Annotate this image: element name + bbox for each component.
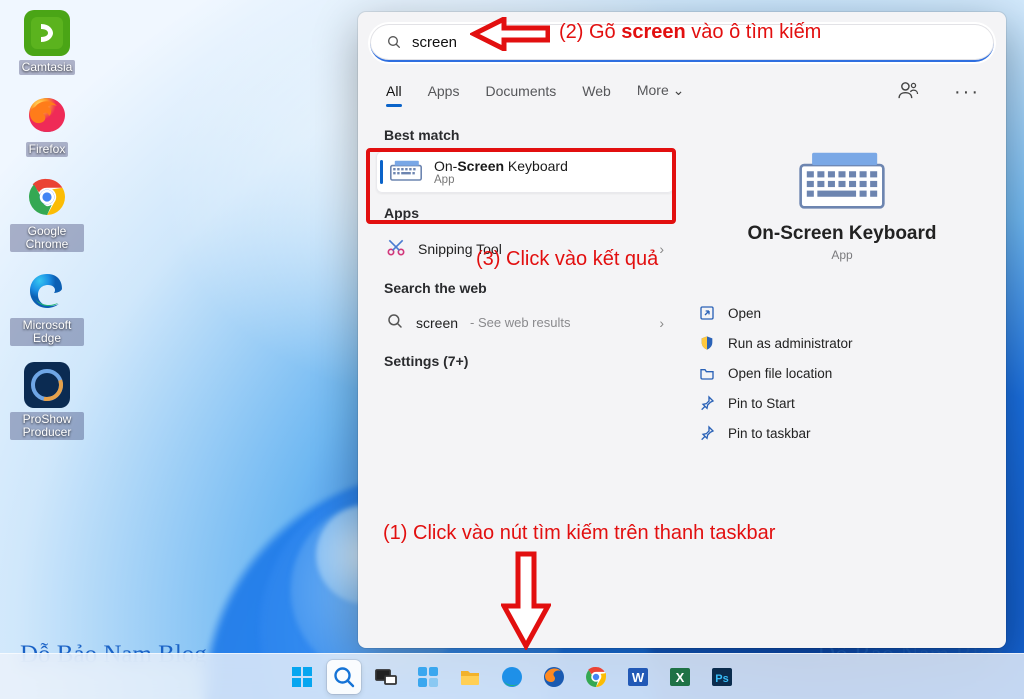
search-tabs: All Apps Documents Web More ⌄ ··· xyxy=(358,72,1006,111)
web-term: screen xyxy=(416,315,458,331)
desktop-icon-label: Firefox xyxy=(26,142,69,157)
camtasia-icon xyxy=(24,10,70,56)
tab-more[interactable]: More ⌄ xyxy=(635,78,687,107)
folder-icon xyxy=(698,365,716,381)
tab-all[interactable]: All xyxy=(384,79,404,107)
edge-icon xyxy=(24,268,70,314)
result-web-search[interactable]: screen - See web results › xyxy=(376,304,674,341)
account-icon[interactable] xyxy=(898,81,920,104)
svg-text:X: X xyxy=(676,670,685,685)
action-open-file-location[interactable]: Open file location xyxy=(692,358,992,388)
chevron-right-icon: › xyxy=(659,241,664,257)
tab-apps[interactable]: Apps xyxy=(426,79,462,107)
preview-title: On-Screen Keyboard xyxy=(692,223,992,245)
svg-text:W: W xyxy=(632,670,645,685)
preview-type: App xyxy=(692,248,992,262)
desktop-icon-camtasia[interactable]: Camtasia xyxy=(10,10,84,75)
more-options-icon[interactable]: ··· xyxy=(954,81,980,104)
open-icon xyxy=(698,305,716,321)
desktop-icon-proshow[interactable]: ProShow Producer xyxy=(10,362,84,440)
search-panel: All Apps Documents Web More ⌄ ··· Best m… xyxy=(358,12,1006,648)
taskbar-photoshop[interactable]: Ps xyxy=(705,660,739,694)
desktop-icon-label: ProShow Producer xyxy=(10,412,84,440)
action-pin-taskbar[interactable]: Pin to taskbar xyxy=(692,418,992,448)
tab-more-label: More xyxy=(637,82,669,98)
result-best-match[interactable]: On-Screen Keyboard App xyxy=(376,151,674,193)
chevron-right-icon: › xyxy=(659,315,664,331)
action-run-admin[interactable]: Run as administrator xyxy=(692,328,992,358)
taskbar-excel[interactable]: X xyxy=(663,660,697,694)
taskbar-word[interactable]: W xyxy=(621,660,655,694)
annotation-step2: (2) Gõ screen vào ô tìm kiếm xyxy=(559,21,821,44)
snipping-tool-icon xyxy=(386,237,406,260)
desktop-icon-chrome[interactable]: Google Chrome xyxy=(10,174,84,252)
tab-web[interactable]: Web xyxy=(580,79,613,107)
taskbar-widgets[interactable] xyxy=(411,660,445,694)
tab-documents[interactable]: Documents xyxy=(483,79,558,107)
action-label: Open xyxy=(728,306,761,321)
section-settings: Settings (7+) xyxy=(384,353,674,369)
taskbar-start[interactable] xyxy=(285,660,319,694)
taskbar: W X Ps xyxy=(0,653,1024,699)
arrow-left-icon xyxy=(470,17,550,51)
chevron-down-icon: ⌄ xyxy=(673,82,685,98)
desktop-icon-firefox[interactable]: Firefox xyxy=(10,92,84,157)
search-icon xyxy=(386,34,402,50)
preview-app-icon xyxy=(798,151,886,213)
preview-actions: Open Run as administrator xyxy=(692,298,992,448)
action-label: Run as administrator xyxy=(728,336,853,351)
taskbar-taskview[interactable] xyxy=(369,660,403,694)
action-label: Pin to taskbar xyxy=(728,426,811,441)
desktop-icon-label: Microsoft Edge xyxy=(10,318,84,346)
proshow-icon xyxy=(24,362,70,408)
annotation-step3: (3) Click vào kết quả xyxy=(476,248,658,271)
taskbar-firefox[interactable] xyxy=(537,660,571,694)
taskbar-chrome[interactable] xyxy=(579,660,613,694)
svg-text:Ps: Ps xyxy=(715,673,728,685)
search-icon xyxy=(386,312,404,333)
on-screen-keyboard-icon xyxy=(390,160,422,184)
arrow-down-icon xyxy=(501,550,551,650)
action-label: Open file location xyxy=(728,366,832,381)
desktop-icon-label: Google Chrome xyxy=(10,224,84,252)
selection-indicator xyxy=(380,160,383,184)
taskbar-explorer[interactable] xyxy=(453,660,487,694)
shield-icon xyxy=(698,335,716,351)
section-search-web: Search the web xyxy=(384,280,674,296)
desktop-icon-edge[interactable]: Microsoft Edge xyxy=(10,268,84,346)
results-preview: On-Screen Keyboard App Open xyxy=(692,115,992,448)
results-left: Best match On-Screen Keyboard App Apps xyxy=(376,115,674,448)
firefox-icon xyxy=(24,92,70,138)
chrome-icon xyxy=(24,174,70,220)
best-match-title: On-Screen Keyboard xyxy=(434,158,568,174)
pin-icon xyxy=(698,395,716,411)
action-pin-start[interactable]: Pin to Start xyxy=(692,388,992,418)
taskbar-edge[interactable] xyxy=(495,660,529,694)
annotation-step1: (1) Click vào nút tìm kiếm trên thanh ta… xyxy=(383,522,775,545)
desktop: Camtasia Firefox Google Chrome Microsoft… xyxy=(0,0,1024,699)
action-open[interactable]: Open xyxy=(692,298,992,328)
taskbar-search[interactable] xyxy=(327,660,361,694)
action-label: Pin to Start xyxy=(728,396,795,411)
best-match-subtitle: App xyxy=(434,174,568,186)
section-best-match: Best match xyxy=(384,127,674,143)
web-term-suffix: - See web results xyxy=(470,315,570,330)
pin-icon xyxy=(698,425,716,441)
desktop-icon-label: Camtasia xyxy=(19,60,76,75)
section-apps: Apps xyxy=(384,205,674,221)
